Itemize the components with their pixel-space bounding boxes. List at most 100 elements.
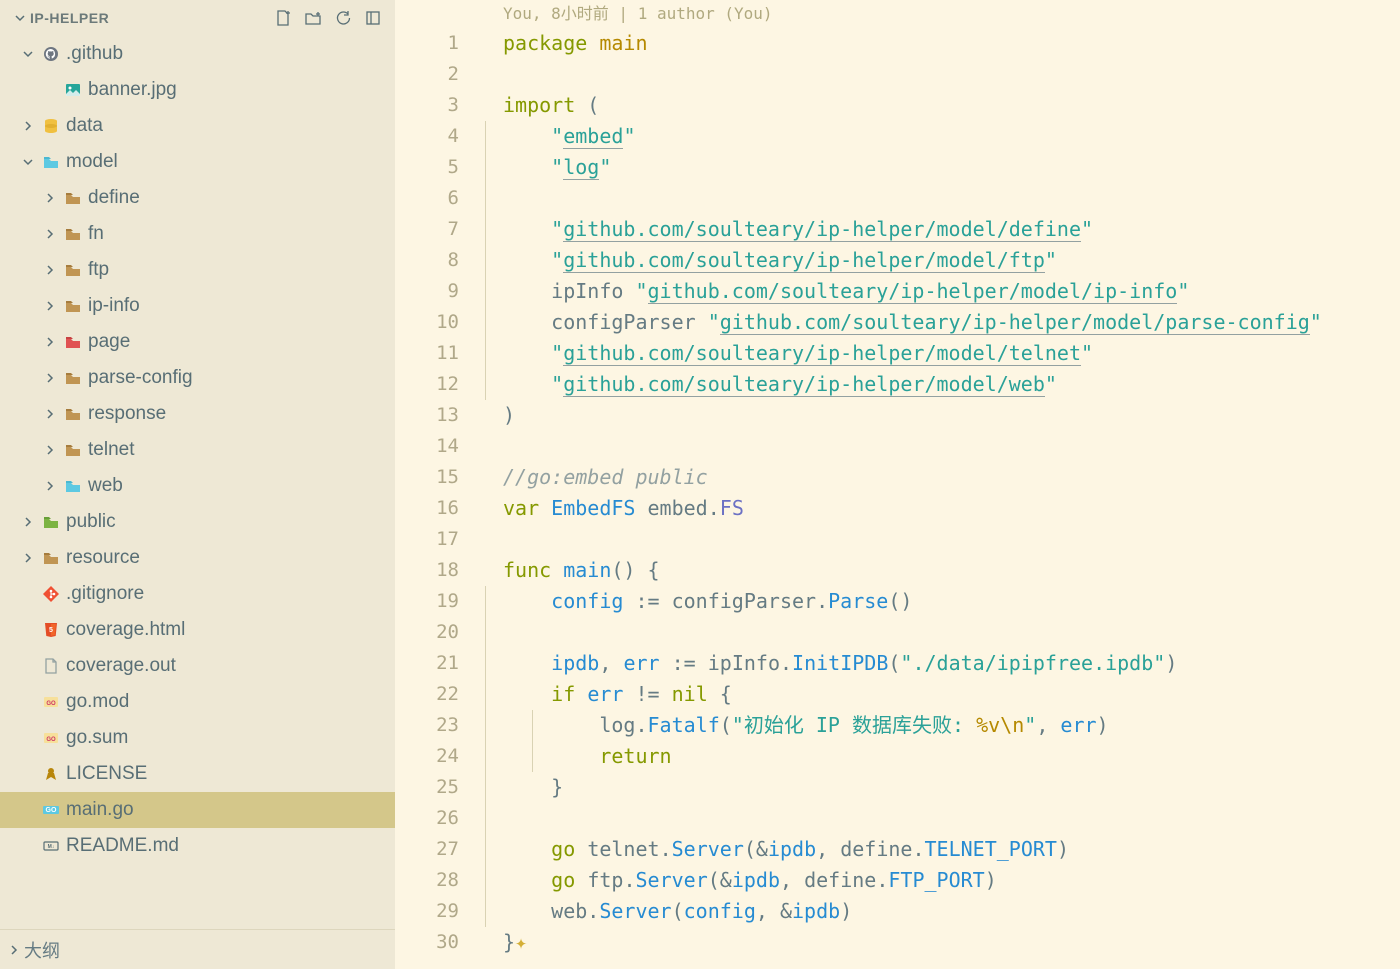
chevron-down-icon[interactable]	[18, 48, 38, 60]
chevron-right-icon[interactable]	[40, 264, 60, 276]
code-source[interactable]	[483, 524, 1400, 555]
chevron-right-icon[interactable]	[18, 120, 38, 132]
tree-item-go-sum[interactable]: GOgo.sum	[0, 720, 395, 756]
code-source[interactable]: //go:embed public	[483, 462, 1400, 493]
code-source[interactable]: func main() {	[483, 555, 1400, 586]
tree-item-web[interactable]: web	[0, 468, 395, 504]
code-source[interactable]: }	[483, 772, 1400, 803]
tree-item-telnet[interactable]: telnet	[0, 432, 395, 468]
code-source[interactable]: "github.com/soulteary/ip-helper/model/de…	[483, 214, 1400, 245]
tree-item-README-md[interactable]: M↓README.md	[0, 828, 395, 864]
tree-item-coverage-html[interactable]: 5coverage.html	[0, 612, 395, 648]
code-source[interactable]	[483, 617, 1400, 648]
code-source[interactable]: "github.com/soulteary/ip-helper/model/we…	[483, 369, 1400, 400]
code-line[interactable]: 18func main() {	[395, 555, 1400, 586]
code-line[interactable]: 20	[395, 617, 1400, 648]
code-source[interactable]: }✦	[483, 927, 1400, 958]
code-line[interactable]: 26	[395, 803, 1400, 834]
code-line[interactable]: 3import (	[395, 90, 1400, 121]
tree-item-response[interactable]: response	[0, 396, 395, 432]
code-line[interactable]: 16var EmbedFS embed.FS	[395, 493, 1400, 524]
chevron-right-icon[interactable]	[40, 336, 60, 348]
code-line[interactable]: 22 if err != nil {	[395, 679, 1400, 710]
code-source[interactable]: package main	[483, 28, 1400, 59]
code-source[interactable]: "embed"	[483, 121, 1400, 152]
tree-item-resource[interactable]: resource	[0, 540, 395, 576]
code-source[interactable]	[483, 431, 1400, 462]
tree-item-page[interactable]: page	[0, 324, 395, 360]
code-line[interactable]: 15//go:embed public	[395, 462, 1400, 493]
tree-item-public[interactable]: public	[0, 504, 395, 540]
collapse-icon[interactable]	[361, 6, 385, 30]
code-line[interactable]: 30}✦	[395, 927, 1400, 958]
chevron-right-icon[interactable]	[18, 552, 38, 564]
new-folder-icon[interactable]	[301, 6, 325, 30]
code-content[interactable]: 1package main23import (4 "embed"5 "log"6…	[395, 28, 1400, 958]
code-line[interactable]: 6	[395, 183, 1400, 214]
code-line[interactable]: 13)	[395, 400, 1400, 431]
chevron-right-icon[interactable]	[40, 372, 60, 384]
code-line[interactable]: 17	[395, 524, 1400, 555]
code-source[interactable]: return	[483, 741, 1400, 772]
code-source[interactable]: go ftp.Server(&ipdb, define.FTP_PORT)	[483, 865, 1400, 896]
tree-item-define[interactable]: define	[0, 180, 395, 216]
code-source[interactable]: "github.com/soulteary/ip-helper/model/te…	[483, 338, 1400, 369]
chevron-down-icon[interactable]	[18, 156, 38, 168]
tree-item-main-go[interactable]: GOmain.go	[0, 792, 395, 828]
chevron-right-icon[interactable]	[40, 408, 60, 420]
chevron-right-icon[interactable]	[40, 444, 60, 456]
code-line[interactable]: 5 "log"	[395, 152, 1400, 183]
code-source[interactable]: "log"	[483, 152, 1400, 183]
chevron-right-icon[interactable]	[18, 516, 38, 528]
tree-item--github[interactable]: .github	[0, 36, 395, 72]
tree-item-banner-jpg[interactable]: banner.jpg	[0, 72, 395, 108]
code-line[interactable]: 21 ipdb, err := ipInfo.InitIPDB("./data/…	[395, 648, 1400, 679]
code-source[interactable]: var EmbedFS embed.FS	[483, 493, 1400, 524]
code-line[interactable]: 4 "embed"	[395, 121, 1400, 152]
code-line[interactable]: 24 return	[395, 741, 1400, 772]
code-line[interactable]: 10 configParser "github.com/soulteary/ip…	[395, 307, 1400, 338]
code-source[interactable]	[483, 803, 1400, 834]
code-line[interactable]: 12 "github.com/soulteary/ip-helper/model…	[395, 369, 1400, 400]
code-source[interactable]: ipInfo "github.com/soulteary/ip-helper/m…	[483, 276, 1400, 307]
code-editor[interactable]: You, 8小时前 | 1 author (You) 1package main…	[395, 0, 1400, 969]
code-line[interactable]: 19 config := configParser.Parse()	[395, 586, 1400, 617]
code-line[interactable]: 7 "github.com/soulteary/ip-helper/model/…	[395, 214, 1400, 245]
code-source[interactable]: if err != nil {	[483, 679, 1400, 710]
code-source[interactable]: config := configParser.Parse()	[483, 586, 1400, 617]
tree-item-data[interactable]: data	[0, 108, 395, 144]
tree-item-ftp[interactable]: ftp	[0, 252, 395, 288]
code-source[interactable]: go telnet.Server(&ipdb, define.TELNET_PO…	[483, 834, 1400, 865]
tree-item-fn[interactable]: fn	[0, 216, 395, 252]
new-file-icon[interactable]	[271, 6, 295, 30]
code-source[interactable]: ipdb, err := ipInfo.InitIPDB("./data/ipi…	[483, 648, 1400, 679]
tree-item-ip-info[interactable]: ip-info	[0, 288, 395, 324]
chevron-right-icon[interactable]	[40, 300, 60, 312]
code-line[interactable]: 27 go telnet.Server(&ipdb, define.TELNET…	[395, 834, 1400, 865]
code-line[interactable]: 11 "github.com/soulteary/ip-helper/model…	[395, 338, 1400, 369]
outline-panel[interactable]: 大纲	[0, 929, 395, 969]
code-source[interactable]: web.Server(config, &ipdb)	[483, 896, 1400, 927]
chevron-right-icon[interactable]	[40, 228, 60, 240]
code-line[interactable]: 29 web.Server(config, &ipdb)	[395, 896, 1400, 927]
tree-item--gitignore[interactable]: .gitignore	[0, 576, 395, 612]
refresh-icon[interactable]	[331, 6, 355, 30]
file-tree[interactable]: .githubbanner.jpgdatamodeldefinefnftpip-…	[0, 36, 395, 929]
tree-item-go-mod[interactable]: GOgo.mod	[0, 684, 395, 720]
code-source[interactable]: import (	[483, 90, 1400, 121]
code-source[interactable]: )	[483, 400, 1400, 431]
code-line[interactable]: 8 "github.com/soulteary/ip-helper/model/…	[395, 245, 1400, 276]
code-line[interactable]: 28 go ftp.Server(&ipdb, define.FTP_PORT)	[395, 865, 1400, 896]
chevron-right-icon[interactable]	[40, 192, 60, 204]
chevron-right-icon[interactable]	[40, 480, 60, 492]
code-source[interactable]: log.Fatalf("初始化 IP 数据库失败: %v\n", err)	[483, 710, 1400, 741]
code-line[interactable]: 2	[395, 59, 1400, 90]
code-line[interactable]: 25 }	[395, 772, 1400, 803]
tree-item-model[interactable]: model	[0, 144, 395, 180]
code-source[interactable]	[483, 59, 1400, 90]
code-line[interactable]: 23 log.Fatalf("初始化 IP 数据库失败: %v\n", err)	[395, 710, 1400, 741]
tree-item-LICENSE[interactable]: LICENSE	[0, 756, 395, 792]
code-line[interactable]: 9 ipInfo "github.com/soulteary/ip-helper…	[395, 276, 1400, 307]
code-source[interactable]	[483, 183, 1400, 214]
code-line[interactable]: 14	[395, 431, 1400, 462]
